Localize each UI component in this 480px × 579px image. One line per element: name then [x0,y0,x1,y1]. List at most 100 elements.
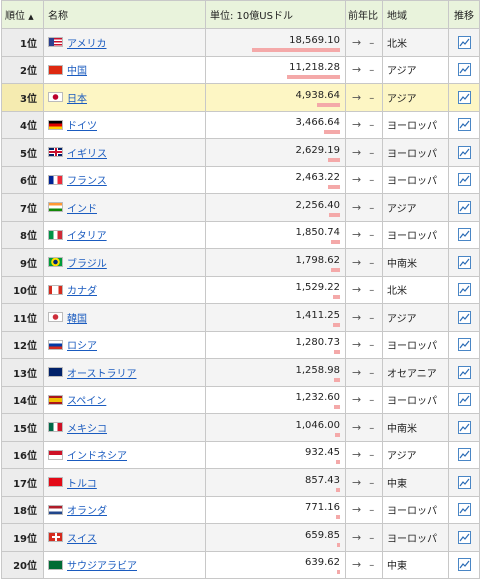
table-row: 11位 韓国 1,411.25 → – アジア [1,303,480,332]
change-text: – [369,147,375,159]
value-header[interactable]: 単位: 10億USドル [205,0,346,29]
region-cell: 中南米 [382,248,449,277]
trend-cell [448,303,480,332]
trend-chart-icon[interactable] [457,310,471,324]
table-row: 2位 中国 11,218.28 → – アジア [1,55,480,84]
change-cell: → – [345,330,383,359]
value-bar [317,102,340,107]
trend-chart-icon[interactable] [457,420,471,434]
trend-chart-icon[interactable] [457,283,471,297]
value-cell: 1,280.73 [205,330,346,359]
value-cell: 11,218.28 [205,55,346,84]
trend-chart-icon[interactable] [457,118,471,132]
value-bar [336,460,340,464]
rank-cell: 12位 [1,330,44,359]
country-link[interactable]: スペイン [67,396,106,407]
trend-chart-icon[interactable] [457,365,471,379]
country-link[interactable]: ブラジル [67,259,107,270]
country-link[interactable]: フランス [67,176,107,187]
country-link[interactable]: メキシコ [67,424,107,435]
country-link[interactable]: オーストラリア [67,369,137,380]
trend-chart-icon[interactable] [457,503,471,517]
value-bar [335,432,340,437]
value-bar [324,130,340,134]
rank-header[interactable]: 順位 ▲ [1,0,44,29]
name-header[interactable]: 名称 [43,0,206,29]
country-link[interactable]: スイス [67,534,97,545]
trend-chart-icon[interactable] [457,145,471,159]
change-cell: → – [345,110,383,139]
rank-cell: 5位 [1,138,44,167]
trend-chart-icon[interactable] [457,255,471,269]
country-link[interactable]: インド [67,204,97,215]
arrow-right-icon: → [352,310,362,324]
flag-sa-icon [48,559,63,570]
country-link[interactable]: カナダ [67,286,97,297]
trend-chart-icon[interactable] [457,35,471,49]
rank-cell: 19位 [1,523,44,552]
arrow-right-icon: → [352,420,362,434]
flag-it-icon [48,229,63,240]
change-text: – [369,560,375,572]
country-cell: 中国 [43,55,206,84]
flag-de-icon [48,119,63,130]
table-row: 13位 オーストラリア 1,258.98 → – オセアニア [1,358,480,387]
flag-cn-icon [48,64,63,75]
rank-cell: 13位 [1,358,44,387]
arrow-right-icon: → [352,255,362,269]
country-link[interactable]: アメリカ [67,39,107,50]
arrow-right-icon: → [352,503,362,517]
country-cell: ドイツ [43,110,206,139]
value-text: 1,529.22 [295,282,340,294]
country-link[interactable]: サウジアラビア [67,561,137,572]
value-text: 857.43 [305,474,340,486]
change-cell: → – [345,413,383,442]
country-link[interactable]: 中国 [67,66,87,77]
trend-cell [448,385,480,414]
trend-chart-icon[interactable] [457,530,471,544]
change-header[interactable]: 前年比 [345,0,383,29]
trend-chart-icon[interactable] [457,200,471,214]
trend-chart-icon[interactable] [457,475,471,489]
change-text: – [369,450,375,462]
country-link[interactable]: 日本 [67,94,87,105]
trend-cell [448,83,480,112]
table-row: 5位 イギリス 2,629.19 → – ヨーロッパ [1,138,480,167]
trend-chart-icon[interactable] [457,90,471,104]
flag-jp-icon [48,92,63,103]
value-bar [331,240,340,244]
arrow-right-icon: → [352,530,362,544]
region-header[interactable]: 地域 [382,0,449,29]
flag-gb-icon [48,147,63,158]
trend-chart-icon[interactable] [457,558,471,572]
value-cell: 1,232.60 [205,385,346,414]
trend-chart-icon[interactable] [457,393,471,407]
trend-chart-icon[interactable] [457,228,471,242]
flag-us-icon [48,37,63,48]
country-link[interactable]: ロシア [67,341,97,352]
trend-chart-icon[interactable] [457,448,471,462]
country-link[interactable]: インドネシア [67,451,127,462]
country-link[interactable]: オランダ [67,506,107,517]
trend-chart-icon[interactable] [457,173,471,187]
trend-chart-icon[interactable] [457,63,471,77]
region-cell: ヨーロッパ [382,330,449,359]
value-bar [334,377,340,382]
country-link[interactable]: トルコ [67,479,97,490]
change-text: – [369,37,375,49]
region-cell: ヨーロッパ [382,110,449,139]
table-row: 20位 サウジアラビア 639.62 → – 中東 [1,550,480,579]
trend-chart-icon[interactable] [457,338,471,352]
value-bar [328,157,340,162]
country-link[interactable]: 韓国 [67,314,87,325]
change-text: – [369,120,375,132]
value-cell: 932.45 [205,440,346,469]
country-link[interactable]: イギリス [67,149,107,160]
flag-au-icon [48,367,63,378]
change-cell: → – [345,495,383,524]
change-text: – [369,395,375,407]
country-link[interactable]: ドイツ [67,121,97,132]
value-cell: 1,850.74 [205,220,346,249]
country-link[interactable]: イタリア [67,231,107,242]
rank-cell: 2位 [1,55,44,84]
